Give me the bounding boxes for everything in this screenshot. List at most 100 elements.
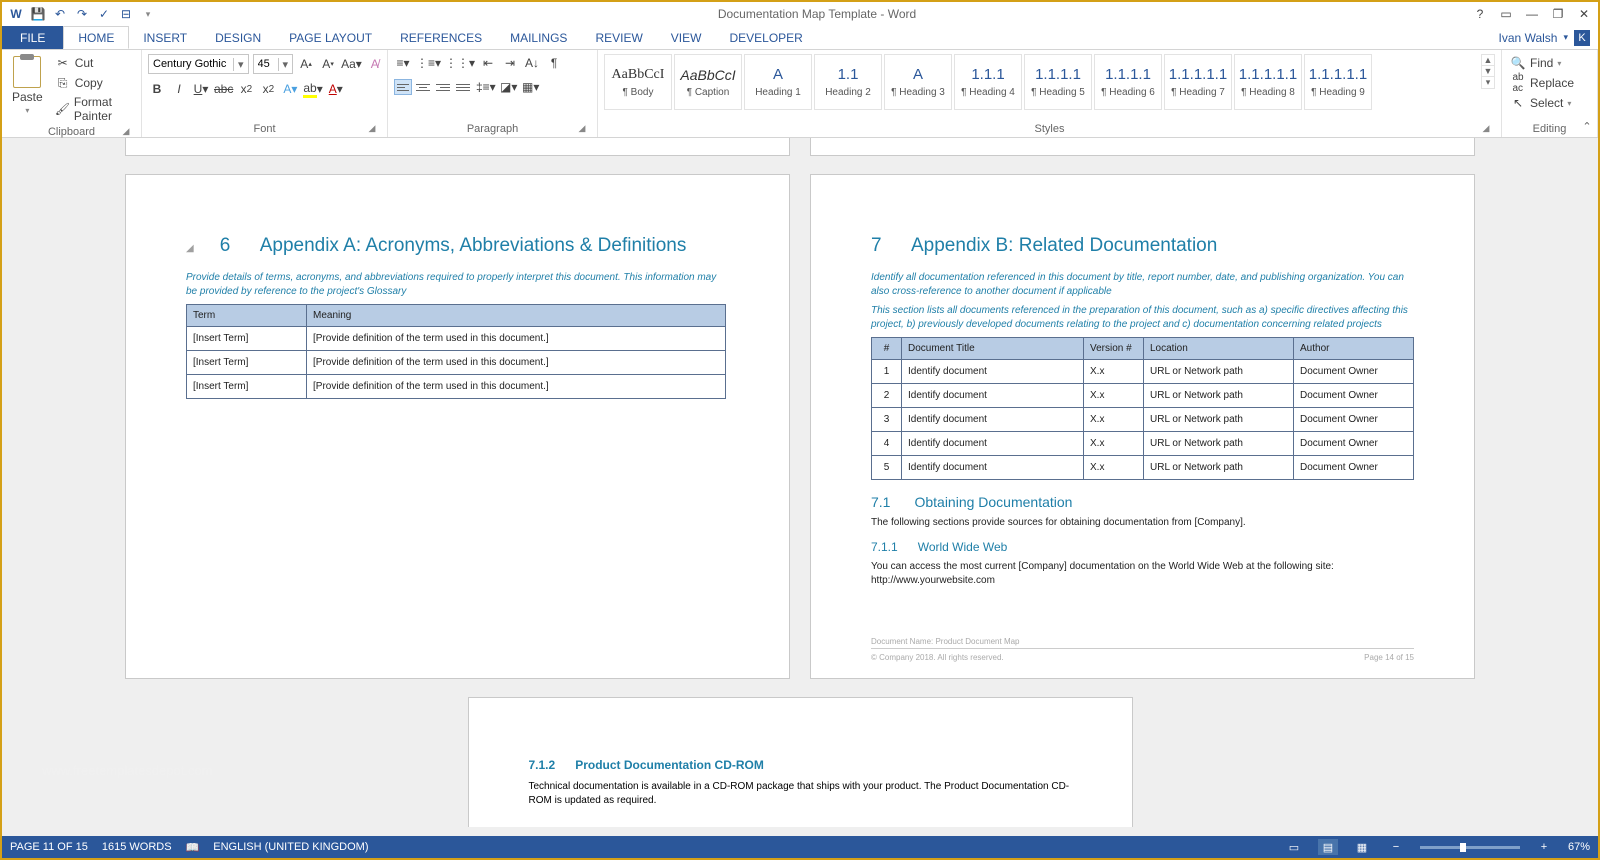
highlight-button[interactable]: ab▾ bbox=[303, 80, 322, 98]
italic-button[interactable]: I bbox=[170, 80, 188, 98]
font-name-input[interactable] bbox=[149, 58, 233, 70]
restore-icon[interactable]: ❐ bbox=[1550, 6, 1566, 22]
font-name-combo[interactable]: ▾ bbox=[148, 54, 249, 74]
document-area[interactable]: ◢6Appendix A: Acronyms, Abbreviations & … bbox=[2, 138, 1598, 836]
heading-1: ◢6Appendix A: Acronyms, Abbreviations & … bbox=[186, 235, 729, 257]
underline-button[interactable]: U▾ bbox=[192, 80, 210, 98]
style-item[interactable]: 1.1.1.1¶ Heading 5 bbox=[1024, 54, 1092, 110]
tab-developer[interactable]: DEVELOPER bbox=[715, 26, 816, 49]
bullets-button[interactable]: ≡▾ bbox=[394, 54, 412, 72]
grow-font-button[interactable]: A▴ bbox=[297, 55, 315, 73]
zoom-out-icon[interactable]: − bbox=[1386, 839, 1406, 855]
font-dialog-launcher-icon[interactable]: ◢ bbox=[367, 123, 377, 133]
style-item[interactable]: AaBbCcI¶ Body bbox=[604, 54, 672, 110]
spellcheck-icon[interactable]: ✓ bbox=[96, 6, 112, 22]
style-item[interactable]: 1.1Heading 2 bbox=[814, 54, 882, 110]
styles-gallery[interactable]: AaBbCcI¶ BodyAaBbCcI¶ CaptionAHeading 11… bbox=[604, 54, 1475, 110]
tab-file[interactable]: FILE bbox=[2, 26, 63, 49]
zoom-slider[interactable] bbox=[1420, 846, 1520, 849]
tab-mailings[interactable]: MAILINGS bbox=[496, 26, 581, 49]
proofing-icon[interactable]: 📖 bbox=[186, 841, 200, 854]
style-item[interactable]: 1.1.1¶ Heading 4 bbox=[954, 54, 1022, 110]
qat-customize-icon[interactable]: ▾ bbox=[140, 6, 156, 22]
styles-dialog-launcher-icon[interactable]: ◢ bbox=[1481, 123, 1491, 133]
superscript-button[interactable]: x2 bbox=[259, 80, 277, 98]
collapse-ribbon-icon[interactable]: ⌃ bbox=[1580, 119, 1594, 133]
style-item[interactable]: A¶ Heading 3 bbox=[884, 54, 952, 110]
line-spacing-button[interactable]: ‡≡▾ bbox=[476, 78, 496, 96]
strikethrough-button[interactable]: abc bbox=[214, 80, 233, 98]
styles-row-down-icon[interactable]: ▼ bbox=[1482, 66, 1494, 77]
touch-mode-icon[interactable]: ⊟ bbox=[118, 6, 134, 22]
subscript-button[interactable]: x2 bbox=[237, 80, 255, 98]
select-button[interactable]: ↖Select ▾ bbox=[1508, 94, 1573, 112]
minimize-icon[interactable]: — bbox=[1524, 6, 1540, 22]
font-size-combo[interactable]: ▾ bbox=[253, 54, 294, 74]
style-item[interactable]: 1.1.1.1¶ Heading 6 bbox=[1094, 54, 1162, 110]
heading-2: 7.1Obtaining Documentation bbox=[871, 494, 1414, 510]
status-words[interactable]: 1615 WORDS bbox=[102, 841, 172, 853]
tab-insert[interactable]: INSERT bbox=[129, 26, 201, 49]
clear-formatting-button[interactable]: A̸ bbox=[366, 55, 384, 73]
styles-more-icon[interactable]: ▾ bbox=[1482, 77, 1494, 88]
font-size-input[interactable] bbox=[254, 58, 278, 70]
chevron-down-icon[interactable]: ▾ bbox=[233, 58, 248, 71]
text-effects-button[interactable]: A▾ bbox=[281, 80, 299, 98]
tab-review[interactable]: REVIEW bbox=[581, 26, 656, 49]
multilevel-list-button[interactable]: ⋮⋮▾ bbox=[445, 54, 475, 72]
style-item[interactable]: 1.1.1.1.1¶ Heading 9 bbox=[1304, 54, 1372, 110]
align-right-button[interactable] bbox=[434, 79, 452, 95]
styles-scroll[interactable]: ▲ ▼ ▾ bbox=[1481, 54, 1495, 89]
chevron-down-icon[interactable]: ▾ bbox=[278, 58, 293, 71]
close-icon[interactable]: ✕ bbox=[1576, 6, 1592, 22]
account-menu[interactable]: Ivan Walsh ▾ K bbox=[1491, 26, 1598, 49]
borders-button[interactable]: ▦▾ bbox=[522, 78, 540, 96]
cut-button[interactable]: ✂Cut bbox=[53, 54, 135, 72]
tab-page-layout[interactable]: PAGE LAYOUT bbox=[275, 26, 386, 49]
web-layout-icon[interactable]: ▦ bbox=[1352, 839, 1372, 855]
align-left-button[interactable] bbox=[394, 79, 412, 95]
style-item[interactable]: AaBbCcI¶ Caption bbox=[674, 54, 742, 110]
tab-view[interactable]: VIEW bbox=[657, 26, 716, 49]
style-item[interactable]: 1.1.1.1.1¶ Heading 7 bbox=[1164, 54, 1232, 110]
find-button[interactable]: 🔍Find ▾ bbox=[1508, 54, 1563, 72]
undo-icon[interactable]: ↶ bbox=[52, 6, 68, 22]
table-row: [Insert Term][Provide definition of the … bbox=[187, 351, 726, 375]
tab-home[interactable]: HOME bbox=[63, 26, 129, 49]
replace-button[interactable]: abacReplace bbox=[1508, 74, 1576, 92]
print-layout-icon[interactable]: ▤ bbox=[1318, 839, 1338, 855]
related-docs-table: # Document Title Version # Location Auth… bbox=[871, 337, 1414, 480]
help-icon[interactable]: ? bbox=[1472, 6, 1488, 22]
clipboard-dialog-launcher-icon[interactable]: ◢ bbox=[121, 126, 131, 136]
font-color-button[interactable]: A▾ bbox=[327, 80, 345, 98]
change-case-button[interactable]: Aa▾ bbox=[341, 55, 362, 73]
shading-button[interactable]: ◪▾ bbox=[500, 78, 518, 96]
sort-button[interactable]: A↓ bbox=[523, 54, 541, 72]
paragraph-dialog-launcher-icon[interactable]: ◢ bbox=[577, 123, 587, 133]
show-marks-button[interactable]: ¶ bbox=[545, 54, 563, 72]
style-item[interactable]: AHeading 1 bbox=[744, 54, 812, 110]
collapse-triangle-icon[interactable]: ◢ bbox=[186, 243, 194, 254]
zoom-level[interactable]: 67% bbox=[1568, 841, 1590, 853]
save-icon[interactable]: 💾 bbox=[30, 6, 46, 22]
bold-button[interactable]: B bbox=[148, 80, 166, 98]
ribbon-options-icon[interactable]: ▭ bbox=[1498, 6, 1514, 22]
decrease-indent-button[interactable]: ⇤ bbox=[479, 54, 497, 72]
copy-button[interactable]: ⎘Copy bbox=[53, 74, 135, 92]
increase-indent-button[interactable]: ⇥ bbox=[501, 54, 519, 72]
styles-row-up-icon[interactable]: ▲ bbox=[1482, 55, 1494, 66]
style-item[interactable]: 1.1.1.1.1¶ Heading 8 bbox=[1234, 54, 1302, 110]
align-center-button[interactable] bbox=[414, 79, 432, 95]
zoom-in-icon[interactable]: + bbox=[1534, 839, 1554, 855]
tab-references[interactable]: REFERENCES bbox=[386, 26, 496, 49]
status-language[interactable]: ENGLISH (UNITED KINGDOM) bbox=[213, 841, 368, 853]
tab-design[interactable]: DESIGN bbox=[201, 26, 275, 49]
numbering-button[interactable]: ⋮≡▾ bbox=[416, 54, 441, 72]
read-mode-icon[interactable]: ▭ bbox=[1284, 839, 1304, 855]
redo-icon[interactable]: ↷ bbox=[74, 6, 90, 22]
status-page[interactable]: PAGE 11 OF 15 bbox=[10, 841, 88, 853]
paste-button[interactable]: Paste ▾ bbox=[8, 54, 47, 117]
format-painter-button[interactable]: 🖌Format Painter bbox=[53, 94, 135, 124]
justify-button[interactable] bbox=[454, 79, 472, 95]
shrink-font-button[interactable]: A▾ bbox=[319, 55, 337, 73]
